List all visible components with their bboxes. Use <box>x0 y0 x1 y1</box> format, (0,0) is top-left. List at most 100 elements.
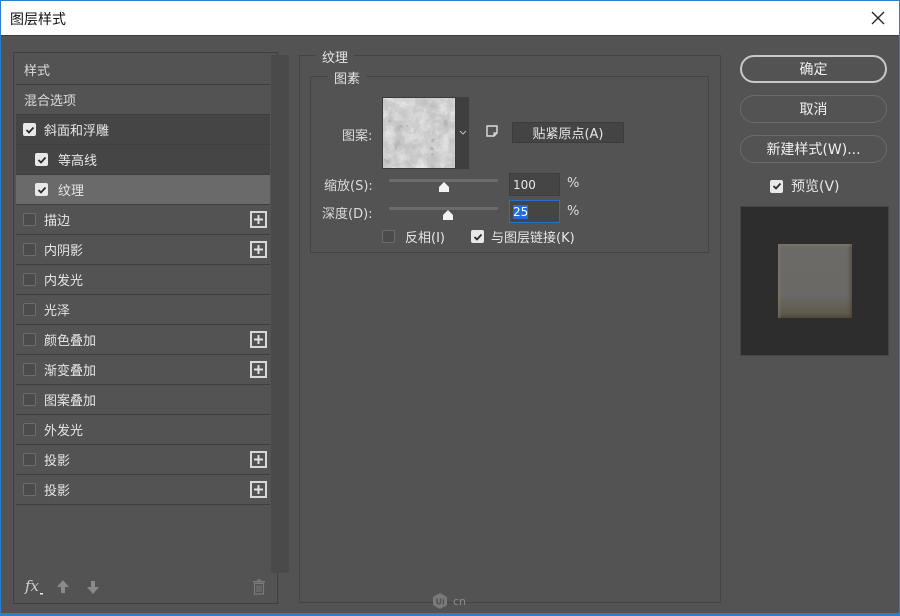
list-item-effect[interactable]: 外发光 <box>16 415 270 445</box>
new-preset-from-pattern-button[interactable] <box>485 124 499 138</box>
list-item-effect[interactable]: 斜面和浮雕 <box>16 115 270 145</box>
effect-checkbox[interactable] <box>23 363 36 376</box>
list-item-effect[interactable]: 描边 <box>16 205 270 235</box>
effect-checkbox[interactable] <box>23 303 36 316</box>
effect-label: 内阴影 <box>44 244 84 259</box>
link-with-layer-checkbox[interactable]: 与图层链接(K) <box>471 227 575 246</box>
effect-label: 等高线 <box>58 154 98 169</box>
effect-label: 图案叠加 <box>44 394 97 409</box>
depth-value: 25 <box>513 205 529 219</box>
group-title: 图素 <box>328 68 367 87</box>
fx-menu-icon[interactable]: fx <box>24 577 46 601</box>
pattern-dropdown-button[interactable] <box>456 97 469 169</box>
effect-checkbox[interactable] <box>35 183 48 196</box>
effect-label: 渐变叠加 <box>44 364 97 379</box>
effect-checkbox[interactable] <box>23 213 36 226</box>
list-item-effect[interactable]: 投影 <box>16 475 270 505</box>
trash-icon[interactable] <box>252 579 266 599</box>
ok-button[interactable]: 确定 <box>740 55 887 83</box>
watermark-text: cn <box>453 594 467 608</box>
checkmark-icon <box>37 156 46 164</box>
add-effect-button[interactable] <box>250 241 267 258</box>
list-item-effect[interactable]: 光泽 <box>16 295 270 325</box>
plus-icon <box>254 245 263 254</box>
effect-checkbox[interactable] <box>23 273 36 286</box>
svg-text:Ui: Ui <box>436 598 445 607</box>
styles-list: 样式 混合选项 斜面和浮雕等高线纹理描边内阴影内发光 光泽颜色叠加渐变叠加图案叠加… <box>16 55 270 505</box>
add-effect-button[interactable] <box>250 331 267 348</box>
effect-label: 投影 <box>44 484 71 499</box>
effect-checkbox[interactable] <box>35 153 48 166</box>
scale-input[interactable]: 100 <box>509 173 560 196</box>
list-item-effect[interactable]: 纹理 <box>16 175 270 205</box>
move-down-icon[interactable] <box>86 579 100 599</box>
new-style-button[interactable]: 新建样式(W)... <box>740 135 887 163</box>
depth-label: 深度(D): <box>322 207 373 222</box>
list-item-label: 混合选项 <box>24 94 77 109</box>
depth-slider-thumb[interactable] <box>442 210 454 221</box>
styles-list-panel: 样式 混合选项 斜面和浮雕等高线纹理描边内阴影内发光 光泽颜色叠加渐变叠加图案叠加… <box>13 52 289 604</box>
preview-label: 预览(V) <box>791 179 840 195</box>
plus-icon <box>254 455 263 464</box>
layer-style-dialog: 图层样式 样式 混合选项 斜面和浮雕 等高线 纹理 描边 内阴影 内发光 光泽 颜色叠加 渐变叠… <box>0 0 900 616</box>
scale-label: 缩放(S): <box>324 179 373 194</box>
cancel-button[interactable]: 取消 <box>740 95 887 123</box>
list-item-effect[interactable]: 投影 <box>16 445 270 475</box>
list-item-effect[interactable]: 图案叠加 <box>16 385 270 415</box>
checkmark-icon <box>772 182 781 190</box>
add-effect-button[interactable] <box>250 211 267 228</box>
effect-checkbox[interactable] <box>23 393 36 406</box>
list-item-effect[interactable]: 等高线 <box>16 145 270 175</box>
close-icon <box>871 11 885 25</box>
checkbox <box>471 230 484 243</box>
plus-icon <box>254 365 263 374</box>
effect-checkbox[interactable] <box>23 333 36 346</box>
add-effect-button[interactable] <box>250 451 267 468</box>
add-effect-button[interactable] <box>250 361 267 378</box>
section-title: 纹理 <box>316 47 355 66</box>
list-footer: fx <box>14 573 277 603</box>
list-item-effect[interactable]: 内阴影 <box>16 235 270 265</box>
chevron-down-icon <box>459 130 466 135</box>
pattern-picker[interactable] <box>382 97 456 169</box>
window-border-bottom <box>1 613 899 615</box>
effect-checkbox[interactable] <box>23 423 36 436</box>
effect-label: 斜面和浮雕 <box>44 124 110 139</box>
scale-value: 100 <box>513 178 536 192</box>
checkmark-icon <box>37 186 46 194</box>
checkmark-icon <box>25 126 34 134</box>
effect-label: 投影 <box>44 454 71 469</box>
depth-unit: % <box>567 204 580 219</box>
list-item-blending-options[interactable]: 混合选项 <box>16 85 270 115</box>
plus-icon <box>254 485 263 494</box>
list-item-effect[interactable]: 内发光 <box>16 265 270 295</box>
move-up-icon[interactable] <box>56 579 70 599</box>
snap-to-origin-button[interactable]: 贴紧原点(A) <box>512 122 624 143</box>
list-item-effect[interactable]: 渐变叠加 <box>16 355 270 385</box>
checkmark-icon <box>473 233 482 241</box>
effect-checkbox[interactable] <box>23 243 36 256</box>
plus-icon <box>254 335 263 344</box>
svg-text:fx: fx <box>24 577 40 595</box>
depth-input[interactable]: 25 <box>509 200 560 223</box>
close-button[interactable] <box>867 7 889 29</box>
list-scrollbar[interactable] <box>271 55 289 573</box>
scale-slider-thumb[interactable] <box>438 182 450 193</box>
effect-checkbox[interactable] <box>23 483 36 496</box>
effect-checkbox[interactable] <box>23 453 36 466</box>
preview-checkbox[interactable]: 预览(V) <box>770 176 840 196</box>
list-item-styles[interactable]: 样式 <box>16 55 270 85</box>
preview-swatch <box>778 244 852 318</box>
plus-icon <box>254 215 263 224</box>
effect-label: 纹理 <box>58 184 85 199</box>
effect-checkbox[interactable] <box>23 123 36 136</box>
add-effect-button[interactable] <box>250 481 267 498</box>
new-pattern-icon <box>486 125 498 137</box>
pattern-thumbnail <box>383 98 455 168</box>
checkbox <box>382 230 395 243</box>
list-item-effect[interactable]: 颜色叠加 <box>16 325 270 355</box>
invert-checkbox[interactable]: 反相(I) <box>382 227 445 246</box>
checkbox <box>770 179 783 193</box>
effect-label: 颜色叠加 <box>44 334 97 349</box>
link-with-layer-label: 与图层链接(K) <box>491 231 575 246</box>
